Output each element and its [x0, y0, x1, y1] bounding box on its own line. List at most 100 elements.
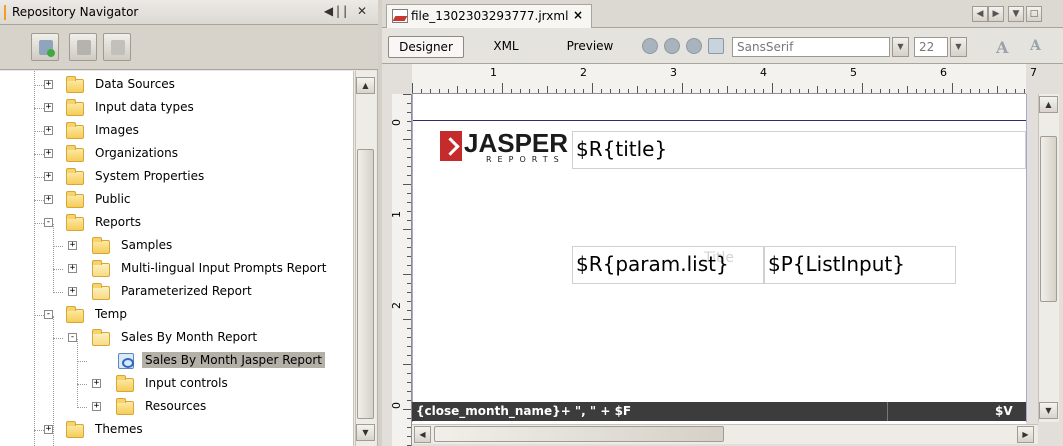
ruler-tick [1024, 89, 1025, 93]
expand-icon[interactable]: + [44, 103, 53, 112]
canvas-vscroll-thumb[interactable] [1040, 136, 1057, 302]
canvas-hscroll-thumb[interactable] [434, 426, 724, 442]
expand-icon[interactable]: + [44, 126, 53, 135]
jrxml-file-icon [392, 9, 408, 23]
maximize-icon[interactable]: □ [1026, 6, 1042, 22]
right-margin-line [1026, 94, 1027, 422]
expand-icon[interactable]: + [44, 80, 53, 89]
folder-icon [66, 76, 84, 93]
tree-item-label[interactable]: Input controls [142, 375, 231, 391]
ruler-tick [493, 89, 494, 93]
file-tab[interactable]: file_1302303293777.jrxml × [386, 4, 592, 28]
ruler-tick [403, 139, 411, 140]
expand-icon[interactable]: + [92, 402, 101, 411]
add-resource-button[interactable] [31, 33, 59, 61]
canvas-horizontal-scrollbar[interactable]: ◀ ▶ [412, 424, 1038, 444]
tree-item-label[interactable]: Input data types [92, 99, 197, 115]
font-size-dropdown-icon[interactable]: ▼ [950, 37, 967, 57]
expand-icon[interactable]: + [68, 287, 77, 296]
expand-icon[interactable]: + [44, 172, 53, 181]
close-tab-icon[interactable]: × [573, 8, 583, 22]
preview-tab[interactable]: Preview [562, 36, 618, 58]
collapse-icon[interactable]: - [68, 333, 77, 342]
folder-icon [116, 398, 134, 415]
tree-guide-line [34, 154, 44, 155]
font-name-dropdown-icon[interactable]: ▼ [892, 37, 909, 57]
designer-tab[interactable]: Designer [388, 36, 464, 58]
zoom-in-icon[interactable] [664, 38, 680, 54]
footer-variable-field[interactable]: $V [995, 404, 1013, 418]
font-name-select[interactable]: SansSerif [732, 37, 890, 57]
report-properties-icon[interactable] [708, 38, 724, 54]
footer-expression-field[interactable]: {close_month_name}+ ", " + $F [416, 404, 631, 418]
expand-icon[interactable]: + [44, 149, 53, 158]
delete-resource-button[interactable] [103, 33, 131, 61]
font-size-select[interactable]: 22 [914, 37, 948, 57]
tree-item-label[interactable]: Temp [92, 306, 130, 322]
tree-item-label[interactable]: System Properties [92, 168, 207, 184]
navigator-scrollbar[interactable]: ▲ ▼ [355, 71, 376, 446]
ruler-tick [610, 89, 611, 93]
tree-item-label[interactable]: Themes [92, 421, 146, 437]
canvas-scroll-left-button[interactable]: ◀ [414, 426, 431, 443]
canvas-scroll-right-button[interactable]: ▶ [1017, 426, 1034, 443]
scroll-tabs-right-icon[interactable]: ▶ [988, 6, 1004, 22]
ruler-tick [772, 83, 773, 93]
ruler-number: 6 [940, 66, 947, 79]
ruler-tick [727, 86, 728, 93]
tree-guide-line [34, 200, 44, 201]
scroll-tabs-left-icon[interactable]: ◀ [972, 6, 988, 22]
tree-item-label[interactable]: Sales By Month Jasper Report [142, 352, 325, 368]
collapse-icon[interactable]: - [44, 218, 53, 227]
expand-icon[interactable]: + [44, 425, 53, 434]
ruler-tick [718, 89, 719, 93]
canvas-vertical-scrollbar[interactable]: ▲ ▼ [1038, 94, 1059, 422]
tree-item-label[interactable]: Parameterized Report [118, 283, 255, 299]
decrease-font-icon[interactable]: A [1030, 38, 1041, 54]
tree-item-label[interactable]: Resources [142, 398, 209, 414]
list-input-text-field[interactable]: $P{ListInput} [764, 246, 956, 284]
tab-list-dropdown-icon[interactable]: ▼ [1008, 6, 1024, 22]
expand-icon[interactable]: + [44, 195, 53, 204]
param-list-text-field[interactable]: $R{param.list} [572, 246, 764, 284]
folder-icon [66, 214, 84, 231]
canvas-scroll-up-button[interactable]: ▲ [1039, 96, 1058, 113]
tree-item-label[interactable]: Public [92, 191, 134, 207]
scroll-up-button[interactable]: ▲ [356, 77, 375, 94]
folder-icon [66, 99, 84, 116]
tree-guide-line [53, 338, 63, 339]
scroll-down-button[interactable]: ▼ [356, 424, 375, 441]
ruler-tick [430, 89, 431, 93]
xml-tab[interactable]: XML [486, 36, 526, 58]
tree-item-label[interactable]: Multi-lingual Input Prompts Report [118, 260, 329, 276]
collapse-icon[interactable]: - [44, 310, 53, 319]
ruler-tick [407, 427, 411, 428]
tree-guide-line [34, 71, 35, 446]
minimize-close-controls[interactable]: ◀|| ✕ [324, 4, 370, 18]
ruler-tick [407, 283, 411, 284]
tree-item-label[interactable]: Organizations [92, 145, 181, 161]
footer-band[interactable]: {close_month_name}+ ", " + $F $V [412, 402, 1026, 421]
expand-icon[interactable]: + [92, 379, 101, 388]
tree-item-label[interactable]: Samples [118, 237, 175, 253]
ruler-tick [407, 247, 411, 248]
report-page[interactable]: JASPER REPORTS $R{title} Title $R{param.… [412, 94, 1026, 433]
scroll-thumb[interactable] [357, 149, 374, 419]
tree-item-label[interactable]: Reports [92, 214, 144, 230]
ruler-tick [407, 175, 411, 176]
tree-item-label[interactable]: Images [92, 122, 142, 138]
edit-resource-button[interactable] [69, 33, 97, 61]
expand-icon[interactable]: + [68, 241, 77, 250]
increase-font-icon[interactable]: A [996, 38, 1008, 57]
zoom-out-icon[interactable] [686, 38, 702, 54]
ruler-tick [407, 346, 411, 347]
tree-item-label[interactable]: Data Sources [92, 76, 178, 92]
jasper-reports-logo[interactable]: JASPER REPORTS [440, 128, 588, 164]
tree-item-label[interactable]: Sales By Month Report [118, 329, 260, 345]
title-text-field[interactable]: $R{title} [572, 131, 1026, 169]
ruler-tick [961, 89, 962, 93]
canvas-scroll-down-button[interactable]: ▼ [1039, 402, 1058, 419]
ruler-tick [529, 89, 530, 93]
expand-icon[interactable]: + [68, 264, 77, 273]
database-icon[interactable] [642, 38, 658, 54]
